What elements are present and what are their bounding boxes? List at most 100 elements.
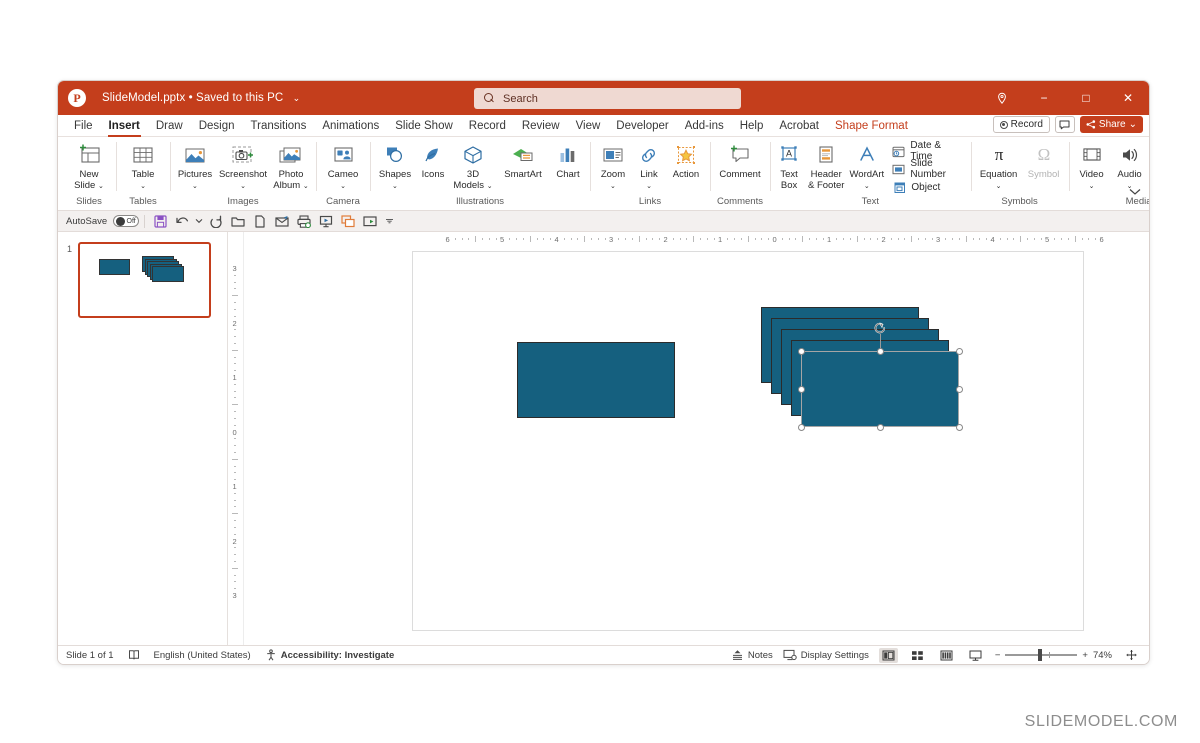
share-button[interactable]: Share ⌄ (1079, 116, 1143, 133)
undo-dropdown-caret-icon[interactable] (194, 212, 204, 230)
tab-acrobat[interactable]: Acrobat (771, 115, 827, 137)
display-settings-button[interactable]: Display Settings (783, 649, 869, 661)
zoom-caret-icon[interactable]: ⌄ (610, 183, 616, 190)
icons-button[interactable]: Icons (416, 140, 450, 181)
start-from-current-slide-icon[interactable] (360, 212, 380, 230)
resize-handle-top-left[interactable] (797, 347, 805, 355)
screenshot-caret-icon[interactable]: ⌄ (240, 183, 246, 190)
tab-view[interactable]: View (568, 115, 609, 137)
tab-developer[interactable]: Developer (608, 115, 676, 137)
tab-record[interactable]: Record (461, 115, 514, 137)
customize-qat-caret-icon[interactable] (382, 212, 396, 230)
save-icon[interactable] (150, 212, 170, 230)
zoom-track[interactable] (1005, 649, 1078, 662)
tab-draw[interactable]: Draw (148, 115, 191, 137)
accessibility-status[interactable]: Accessibility: Investigate (265, 649, 394, 661)
video-button[interactable]: Video ⌄ (1073, 140, 1111, 192)
start-from-beginning-icon[interactable] (316, 212, 336, 230)
quick-print-icon[interactable] (294, 212, 314, 230)
resize-handle-bottom-right[interactable] (955, 423, 963, 431)
notes-icon[interactable] (128, 649, 140, 661)
tab-shape-format[interactable]: Shape Format (827, 115, 916, 137)
zoom-in-button[interactable]: + (1082, 650, 1088, 661)
table-button[interactable]: Table ⌄ (120, 140, 166, 192)
tab-insert[interactable]: Insert (101, 115, 148, 137)
cameo-caret-icon[interactable]: ⌄ (340, 183, 346, 190)
comments-button[interactable] (1054, 116, 1075, 133)
tab-slide-show[interactable]: Slide Show (387, 115, 461, 137)
resize-handle-bottom-left[interactable] (797, 423, 805, 431)
rotate-icon[interactable] (873, 321, 887, 335)
screenshot-button[interactable]: Screenshot ⌄ (216, 140, 270, 192)
wordart-caret-icon[interactable]: ⌄ (864, 183, 870, 190)
duplicate-slide-icon[interactable] (338, 212, 358, 230)
chart-button[interactable]: Chart (550, 140, 586, 181)
document-title[interactable]: SlideModel.pptx • Saved to this PC ⌄ (102, 92, 300, 104)
slide-number-button[interactable]: Slide Number (889, 158, 964, 180)
autosave-toggle[interactable]: Off (113, 215, 140, 227)
slide-count[interactable]: Slide 1 of 1 (66, 650, 114, 661)
tab-animations[interactable]: Animations (314, 115, 387, 137)
pictures-button[interactable]: Pictures ⌄ (174, 140, 216, 192)
resize-handle-middle-right[interactable] (955, 385, 963, 393)
zoom-out-button[interactable]: − (995, 650, 1001, 661)
audio-button[interactable]: Audio ⌄ (1111, 140, 1149, 192)
tab-file[interactable]: File (66, 115, 101, 137)
cameo-button[interactable]: Cameo ⌄ (320, 140, 366, 192)
tab-help[interactable]: Help (732, 115, 772, 137)
minimize-button[interactable]: − (1023, 81, 1065, 115)
slide-canvas[interactable] (412, 251, 1084, 631)
maximize-button[interactable]: □ (1065, 81, 1107, 115)
open-icon[interactable] (228, 212, 248, 230)
photo-album-caret-icon[interactable]: ⌄ (303, 183, 309, 190)
link-caret-icon[interactable]: ⌄ (646, 183, 652, 190)
link-button[interactable]: Link ⌄ (632, 140, 666, 192)
shapes-caret-icon[interactable]: ⌄ (392, 183, 398, 190)
table-caret-icon[interactable]: ⌄ (140, 183, 146, 190)
3d-models-button[interactable]: 3D Models ⌄ (450, 140, 496, 192)
smartart-button[interactable]: SmartArt (496, 140, 550, 181)
object-button[interactable]: Object (889, 179, 964, 195)
redo-icon[interactable] (206, 212, 226, 230)
zoom-thumb[interactable] (1038, 649, 1042, 662)
record-button[interactable]: Record (992, 116, 1050, 133)
equation-caret-icon[interactable]: ⌄ (996, 183, 1002, 190)
fit-to-window-icon[interactable] (1122, 648, 1141, 663)
rectangle-unselected[interactable] (517, 342, 675, 418)
help-pin-icon[interactable] (981, 81, 1023, 115)
video-caret-icon[interactable]: ⌄ (1089, 183, 1095, 190)
resize-handle-bottom-center[interactable] (876, 423, 884, 431)
zoom-button[interactable]: Zoom ⌄ (594, 140, 632, 192)
tab-design[interactable]: Design (191, 115, 243, 137)
equation-button[interactable]: π Equation ⌄ (975, 140, 1023, 192)
slide-thumbnail-1[interactable] (78, 242, 211, 318)
search-box[interactable]: Search (474, 88, 741, 109)
resize-handle-top-right[interactable] (955, 347, 963, 355)
title-chevron-down-icon[interactable]: ⌄ (293, 93, 301, 103)
new-slide-button[interactable]: New Slide ⌄ (66, 140, 112, 192)
tab-add-ins[interactable]: Add-ins (677, 115, 732, 137)
text-box-button[interactable]: A Text Box (774, 140, 804, 191)
wordart-button[interactable]: WordArt ⌄ (848, 140, 885, 192)
normal-view-button[interactable] (878, 647, 898, 663)
horizontal-ruler[interactable]: 6 5 4 3 2 1 0 1 2 3 4 5 6 (430, 232, 1149, 246)
email-icon[interactable] (272, 212, 292, 230)
tab-transitions[interactable]: Transitions (243, 115, 315, 137)
screen-recording-button[interactable]: ScreenRecording (1149, 140, 1150, 191)
new-file-icon[interactable] (250, 212, 270, 230)
zoom-level[interactable]: 74% (1093, 650, 1112, 661)
vertical-ruler[interactable]: 3 2 1 0 1 2 3 (228, 232, 244, 650)
zoom-slider[interactable]: − + 74% (995, 649, 1112, 662)
new-comment-button[interactable]: Comment (714, 140, 766, 181)
close-button[interactable]: ✕ (1107, 81, 1149, 115)
shapes-button[interactable]: Shapes ⌄ (374, 140, 416, 192)
action-button[interactable]: Action (666, 140, 706, 181)
resize-handle-top-center[interactable] (876, 347, 884, 355)
new-slide-caret-icon[interactable]: ⌄ (98, 183, 104, 190)
ribbon-collapse-chevron-down-icon[interactable] (1129, 188, 1141, 196)
notes-button[interactable]: Notes (731, 649, 773, 661)
header-footer-button[interactable]: Header & Footer (804, 140, 848, 191)
date-time-button[interactable]: Date & Time (889, 140, 964, 162)
resize-handle-middle-left[interactable] (797, 385, 805, 393)
slide-show-button[interactable] (966, 648, 985, 663)
